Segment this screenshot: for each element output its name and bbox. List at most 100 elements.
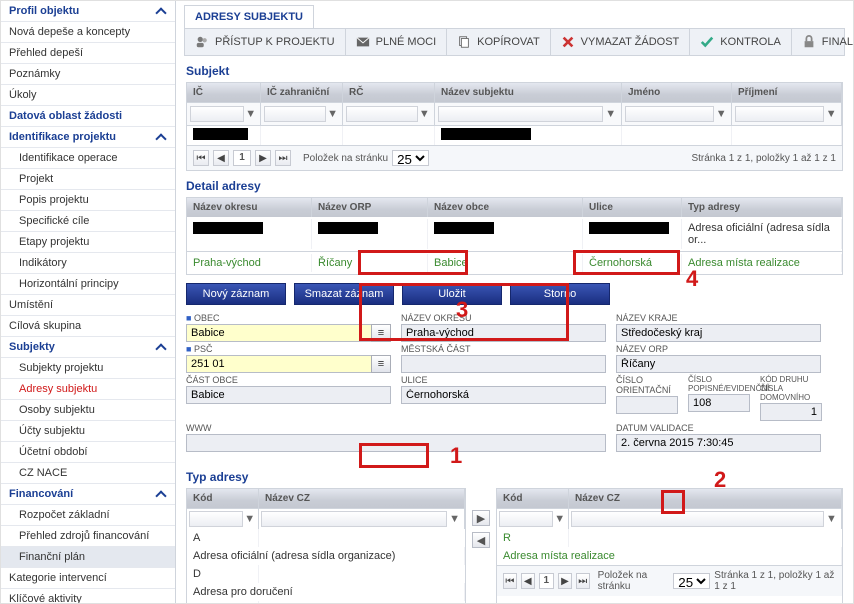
nav-financovani[interactable]: Financování	[1, 484, 175, 505]
table-row[interactable]: DAdresa pro doručení	[187, 565, 465, 601]
filter-icon[interactable]: ▼	[553, 511, 566, 527]
nav-osoby[interactable]: Osoby subjektu	[1, 400, 175, 421]
nav-kategorie[interactable]: Kategorie intervencí	[1, 568, 175, 589]
flt-jmeno[interactable]	[625, 106, 714, 122]
tb-kontrola[interactable]: KONTROLA	[690, 29, 792, 55]
tb-kopirovat[interactable]: KOPÍROVAT	[447, 29, 551, 55]
filter-icon[interactable]: ▼	[824, 511, 839, 527]
filter-icon[interactable]: ▼	[447, 511, 462, 527]
nav-cilova[interactable]: Cílová skupina	[1, 316, 175, 337]
table-row[interactable]: RAdresa místa realizace	[497, 529, 842, 565]
btn-ulozit[interactable]: Uložit	[402, 283, 502, 305]
nav-indikatory[interactable]: Indikátory	[1, 253, 175, 274]
btn-smazat[interactable]: Smazat záznam	[294, 283, 394, 305]
nav-ident-operace[interactable]: Identifikace operace	[1, 148, 175, 169]
pg-last[interactable]: ⏭	[275, 150, 291, 166]
filter-icon[interactable]: ▼	[326, 106, 339, 122]
pg-first[interactable]: ⏮	[503, 573, 517, 589]
nav-finplan[interactable]: Finanční plán	[1, 547, 175, 568]
tb-plne[interactable]: PLNÉ MOCI	[346, 29, 448, 55]
tb-finalizace[interactable]: FINALIZACE	[792, 29, 853, 55]
addr-row-2[interactable]: Praha-východ Říčany Babice Černohorská A…	[186, 252, 843, 275]
col-nazev[interactable]: Název CZ	[259, 489, 465, 508]
pg-num[interactable]: 1	[233, 150, 251, 166]
flt-rc[interactable]	[346, 106, 418, 122]
nav-cile[interactable]: Specifické cíle	[1, 211, 175, 232]
nav-identifikace[interactable]: Identifikace projektu	[1, 127, 175, 148]
nav-klicove[interactable]: Klíčové aktivity	[1, 589, 175, 603]
nav-umisteni[interactable]: Umístění	[1, 295, 175, 316]
filter-icon[interactable]: ▼	[603, 106, 618, 122]
col-ic[interactable]: IČ	[187, 83, 261, 102]
flt-nazev[interactable]	[438, 106, 603, 122]
lookup-psc[interactable]: ≡	[371, 355, 391, 373]
pg-perpage[interactable]: 25	[392, 150, 429, 166]
col-nazev[interactable]: Název subjektu	[435, 83, 622, 102]
filter-icon[interactable]: ▼	[243, 511, 256, 527]
nav-zdroje[interactable]: Přehled zdrojů financování	[1, 526, 175, 547]
btn-novy[interactable]: Nový záznam	[186, 283, 286, 305]
col-icz[interactable]: IČ zahraniční	[261, 83, 343, 102]
inp-obec[interactable]	[186, 324, 371, 342]
flt-icz[interactable]	[264, 106, 326, 122]
tab-adresy[interactable]: ADRESY SUBJEKTU	[184, 5, 314, 28]
btn-move-right[interactable]: ▶	[472, 510, 490, 526]
pg-first[interactable]: ⏮	[193, 150, 209, 166]
flt-prijmeni[interactable]	[735, 106, 824, 122]
inp-psc[interactable]	[186, 355, 371, 373]
filter-icon[interactable]: ▼	[418, 106, 431, 122]
nav-horiz[interactable]: Horizontální principy	[1, 274, 175, 295]
nav-poznamky[interactable]: Poznámky	[1, 64, 175, 85]
flt-nazev-l[interactable]	[261, 511, 447, 527]
nav-prehled[interactable]: Přehled depeší	[1, 43, 175, 64]
nav-cznace[interactable]: CZ NACE	[1, 463, 175, 484]
nav-projekt[interactable]: Projekt	[1, 169, 175, 190]
nav-ucetni[interactable]: Účetní období	[1, 442, 175, 463]
btn-storno[interactable]: Storno	[510, 283, 610, 305]
flt-nazev-r[interactable]	[571, 511, 824, 527]
nav-datova[interactable]: Datová oblast žádosti	[1, 106, 175, 127]
pg-perpage[interactable]: 25	[673, 573, 710, 589]
pg-num[interactable]: 1	[539, 573, 554, 589]
ah-typ[interactable]: Typ adresy	[682, 198, 842, 217]
nav-subjekty[interactable]: Subjekty	[1, 337, 175, 358]
pg-prev[interactable]: ◀	[521, 573, 535, 589]
flt-kod-r[interactable]	[499, 511, 553, 527]
nav-depese[interactable]: Nová depeše a koncepty	[1, 22, 175, 43]
nav-ucty[interactable]: Účty subjektu	[1, 421, 175, 442]
filter-icon[interactable]: ▼	[824, 106, 838, 122]
nav-adresy[interactable]: Adresy subjektu	[1, 379, 175, 400]
pg-next[interactable]: ▶	[255, 150, 271, 166]
tb-vymazat[interactable]: VYMAZAT ŽÁDOST	[551, 29, 691, 55]
nav-subj-proj[interactable]: Subjekty projektu	[1, 358, 175, 379]
lookup-obec[interactable]: ≡	[371, 324, 391, 342]
inp-www[interactable]	[186, 434, 606, 452]
pg-prev[interactable]: ◀	[213, 150, 229, 166]
nav-popis[interactable]: Popis projektu	[1, 190, 175, 211]
filter-icon[interactable]: ▼	[244, 106, 257, 122]
ah-ulice[interactable]: Ulice	[583, 198, 682, 217]
col-prijmeni[interactable]: Příjmení	[732, 83, 842, 102]
table-row[interactable]: AAdresa oficiální (adresa sídla organiza…	[187, 529, 465, 565]
addr-row-1[interactable]: Adresa oficiální (adresa sídla or...	[186, 217, 843, 252]
col-kod[interactable]: Kód	[497, 489, 569, 508]
ah-orp[interactable]: Název ORP	[312, 198, 428, 217]
ah-obce[interactable]: Název obce	[428, 198, 583, 217]
col-kod[interactable]: Kód	[187, 489, 259, 508]
flt-kod-l[interactable]	[189, 511, 243, 527]
pg-last[interactable]: ⏭	[576, 573, 590, 589]
filter-icon[interactable]: ▼	[714, 106, 728, 122]
table-row[interactable]: TAdresa trvalého bydliště	[187, 601, 465, 603]
nav-ukoly[interactable]: Úkoly	[1, 85, 175, 106]
nav-etapy[interactable]: Etapy projektu	[1, 232, 175, 253]
col-nazev[interactable]: Název CZ	[569, 489, 842, 508]
tb-pristup[interactable]: PŘÍSTUP K PROJEKTU	[185, 29, 346, 55]
col-rc[interactable]: RČ	[343, 83, 435, 102]
col-jmeno[interactable]: Jméno	[622, 83, 732, 102]
table-row[interactable]	[187, 126, 842, 145]
nav-rozpocet[interactable]: Rozpočet základní	[1, 505, 175, 526]
ah-okres[interactable]: Název okresu	[187, 198, 312, 217]
flt-ic[interactable]	[190, 106, 244, 122]
nav-profil[interactable]: Profil objektu	[1, 1, 175, 22]
btn-move-left[interactable]: ◀	[472, 532, 490, 548]
